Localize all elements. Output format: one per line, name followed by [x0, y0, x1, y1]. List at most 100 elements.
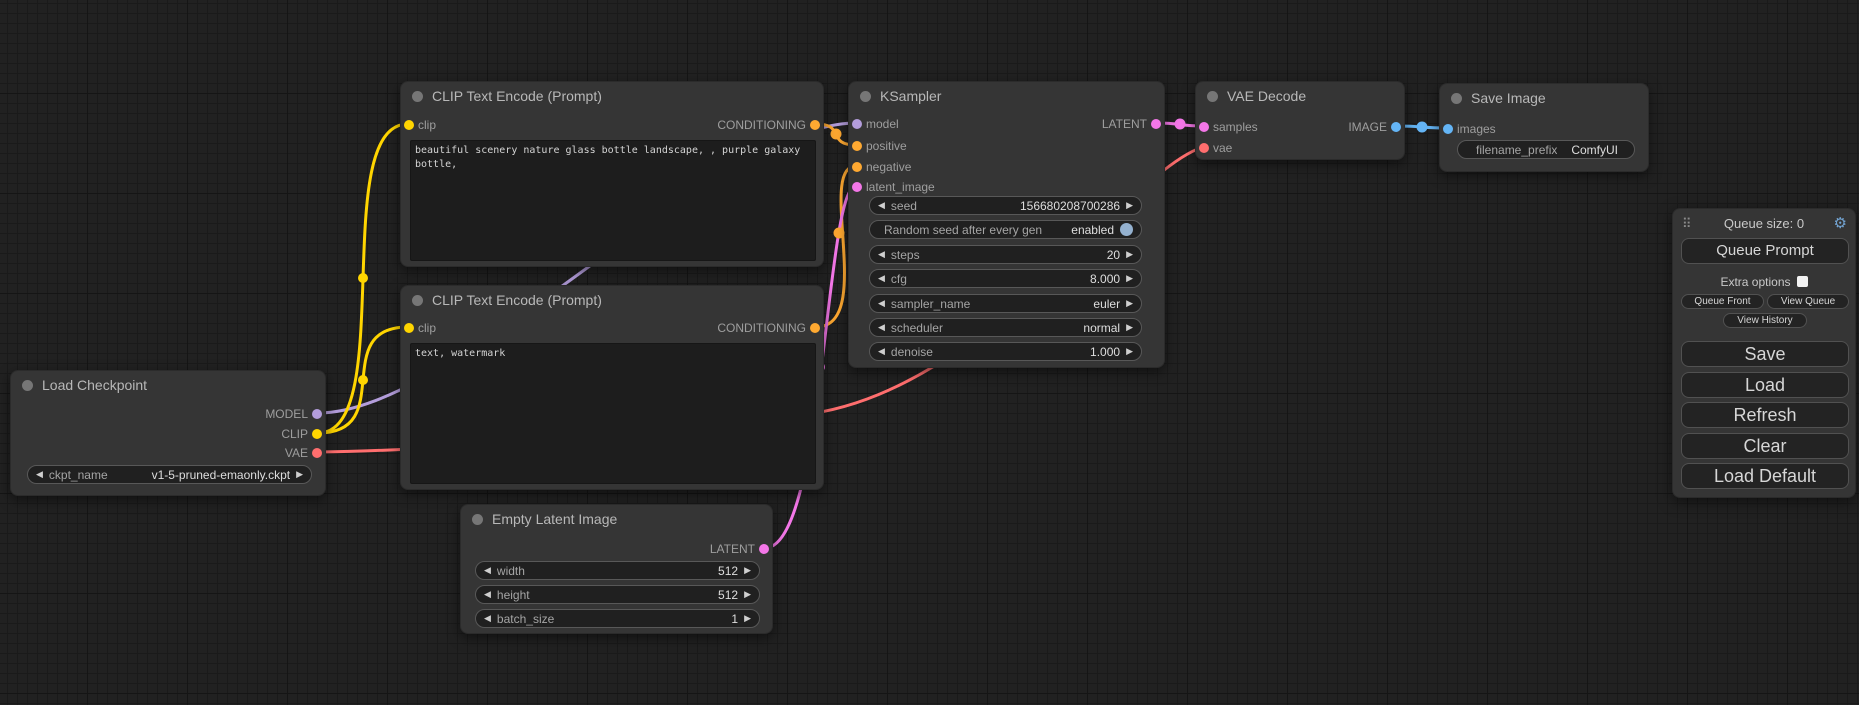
widget-denoise[interactable]: ◀ denoise 1.000 ▶ — [869, 342, 1142, 361]
node-title-bar[interactable]: Save Image — [1440, 84, 1648, 112]
node-title-bar[interactable]: KSampler — [849, 82, 1164, 110]
widget-scheduler[interactable]: ◀ scheduler normal ▶ — [869, 318, 1142, 337]
extra-options-checkbox[interactable] — [1797, 276, 1808, 287]
node-ksampler[interactable]: KSampler model positive negative latent_… — [848, 81, 1165, 368]
decrement-icon[interactable]: ◀ — [878, 245, 885, 264]
widget-seed[interactable]: ◀ seed 156680208700286 ▶ — [869, 196, 1142, 215]
prompt-textarea[interactable]: beautiful scenery nature glass bottle la… — [410, 140, 816, 261]
slot-dot-model[interactable] — [852, 119, 862, 129]
slot-label: images — [1457, 122, 1496, 136]
increment-icon[interactable]: ▶ — [1126, 318, 1133, 337]
slot-dot-conditioning[interactable] — [810, 120, 820, 130]
slot-dot-conditioning[interactable] — [810, 323, 820, 333]
widget-ckpt-name[interactable]: ◀ ckpt_name v1-5-pruned-emaonly.ckpt ▶ — [27, 465, 312, 484]
widget-sampler-name[interactable]: ◀ sampler_name euler ▶ — [869, 294, 1142, 313]
increment-icon[interactable]: ▶ — [1126, 342, 1133, 361]
increment-icon[interactable]: ▶ — [744, 609, 751, 628]
increment-icon[interactable]: ▶ — [1126, 196, 1133, 215]
node-clip-text-encode-positive[interactable]: CLIP Text Encode (Prompt) clip CONDITION… — [400, 81, 824, 267]
slot-dot-conditioning[interactable] — [852, 141, 862, 151]
widget-value[interactable]: v1-5-pruned-emaonly.ckpt — [152, 468, 291, 482]
toggle-knob-icon[interactable] — [1120, 223, 1133, 236]
decrement-icon[interactable]: ◀ — [878, 196, 885, 215]
queue-front-button[interactable]: Queue Front — [1681, 294, 1764, 309]
increment-icon[interactable]: ▶ — [1126, 245, 1133, 264]
increment-icon[interactable]: ▶ — [1126, 269, 1133, 288]
node-save-image[interactable]: Save Image images filename_prefix ComfyU… — [1439, 83, 1649, 172]
slot-dot-vae[interactable] — [312, 448, 322, 458]
decrement-icon[interactable]: ◀ — [878, 269, 885, 288]
widget-value[interactable]: 1.000 — [1090, 345, 1120, 359]
slot-dot-latent[interactable] — [1199, 122, 1209, 132]
slot-output-clip: CLIP — [281, 426, 325, 442]
node-load-checkpoint[interactable]: Load Checkpoint MODEL CLIP VAE ◀ ckpt_na… — [10, 370, 326, 496]
widget-value[interactable]: 512 — [718, 588, 738, 602]
settings-gear-icon[interactable]: ⚙ — [1834, 215, 1847, 233]
widget-value[interactable]: 20 — [1107, 248, 1120, 262]
widget-width[interactable]: ◀ width 512 ▶ — [475, 561, 760, 580]
collapse-dot-icon[interactable] — [412, 295, 423, 306]
increment-icon[interactable]: ▶ — [1126, 294, 1133, 313]
node-title-bar[interactable]: Empty Latent Image — [461, 505, 772, 533]
view-queue-button[interactable]: View Queue — [1767, 294, 1849, 309]
decrement-icon[interactable]: ◀ — [36, 465, 43, 484]
slot-dot-clip[interactable] — [312, 429, 322, 439]
graph-canvas[interactable]: Load Checkpoint MODEL CLIP VAE ◀ ckpt_na… — [0, 0, 1859, 705]
widget-steps[interactable]: ◀ steps 20 ▶ — [869, 245, 1142, 264]
increment-icon[interactable]: ▶ — [296, 465, 303, 484]
slot-dot-latent[interactable] — [759, 544, 769, 554]
view-history-button[interactable]: View History — [1723, 313, 1807, 328]
node-empty-latent-image[interactable]: Empty Latent Image LATENT ◀ width 512 ▶ … — [460, 504, 773, 634]
node-vae-decode[interactable]: VAE Decode samples vae IMAGE — [1195, 81, 1405, 160]
slot-dot-conditioning[interactable] — [852, 162, 862, 172]
widget-height[interactable]: ◀ height 512 ▶ — [475, 585, 760, 604]
collapse-dot-icon[interactable] — [412, 91, 423, 102]
decrement-icon[interactable]: ◀ — [484, 561, 491, 580]
increment-icon[interactable]: ▶ — [744, 585, 751, 604]
slot-dot-clip[interactable] — [404, 323, 414, 333]
slot-dot-vae[interactable] — [1199, 143, 1209, 153]
widget-value[interactable]: 1 — [731, 612, 738, 626]
widget-cfg[interactable]: ◀ cfg 8.000 ▶ — [869, 269, 1142, 288]
node-title-bar[interactable]: Load Checkpoint — [11, 371, 325, 399]
widget-value[interactable]: 512 — [718, 564, 738, 578]
widget-value[interactable]: 156680208700286 — [1020, 199, 1120, 213]
collapse-dot-icon[interactable] — [472, 514, 483, 525]
slot-dot-image[interactable] — [1443, 124, 1453, 134]
widget-filename-prefix[interactable]: filename_prefix ComfyUI — [1457, 140, 1635, 159]
node-title-bar[interactable]: VAE Decode — [1196, 82, 1404, 110]
widget-value[interactable]: euler — [1093, 297, 1120, 311]
node-title-bar[interactable]: CLIP Text Encode (Prompt) — [401, 82, 823, 110]
collapse-dot-icon[interactable] — [860, 91, 871, 102]
slot-dot-model[interactable] — [312, 409, 322, 419]
decrement-icon[interactable]: ◀ — [878, 318, 885, 337]
queue-prompt-button[interactable]: Queue Prompt — [1681, 238, 1849, 264]
widget-value[interactable]: normal — [1083, 321, 1120, 335]
save-button[interactable]: Save — [1681, 341, 1849, 367]
prompt-textarea[interactable]: text, watermark — [410, 343, 816, 484]
decrement-icon[interactable]: ◀ — [878, 342, 885, 361]
node-title-bar[interactable]: CLIP Text Encode (Prompt) — [401, 286, 823, 314]
collapse-dot-icon[interactable] — [1207, 91, 1218, 102]
collapse-dot-icon[interactable] — [22, 380, 33, 391]
widget-value[interactable]: ComfyUI — [1571, 143, 1618, 157]
collapse-dot-icon[interactable] — [1451, 93, 1462, 104]
decrement-icon[interactable]: ◀ — [484, 609, 491, 628]
slot-dot-latent[interactable] — [1151, 119, 1161, 129]
slot-dot-latent[interactable] — [852, 182, 862, 192]
load-default-button[interactable]: Load Default — [1681, 463, 1849, 489]
widget-random-seed-toggle[interactable]: Random seed after every gen enabled — [869, 220, 1142, 239]
load-button[interactable]: Load — [1681, 372, 1849, 398]
slot-dot-image[interactable] — [1391, 122, 1401, 132]
decrement-icon[interactable]: ◀ — [878, 294, 885, 313]
node-clip-text-encode-negative[interactable]: CLIP Text Encode (Prompt) clip CONDITION… — [400, 285, 824, 490]
slot-dot-clip[interactable] — [404, 120, 414, 130]
slot-output-conditioning: CONDITIONING — [717, 320, 823, 336]
refresh-button[interactable]: Refresh — [1681, 402, 1849, 428]
increment-icon[interactable]: ▶ — [744, 561, 751, 580]
clear-button[interactable]: Clear — [1681, 433, 1849, 459]
widget-value[interactable]: 8.000 — [1090, 272, 1120, 286]
widget-batch-size[interactable]: ◀ batch_size 1 ▶ — [475, 609, 760, 628]
slot-input-clip: clip — [401, 320, 436, 336]
decrement-icon[interactable]: ◀ — [484, 585, 491, 604]
